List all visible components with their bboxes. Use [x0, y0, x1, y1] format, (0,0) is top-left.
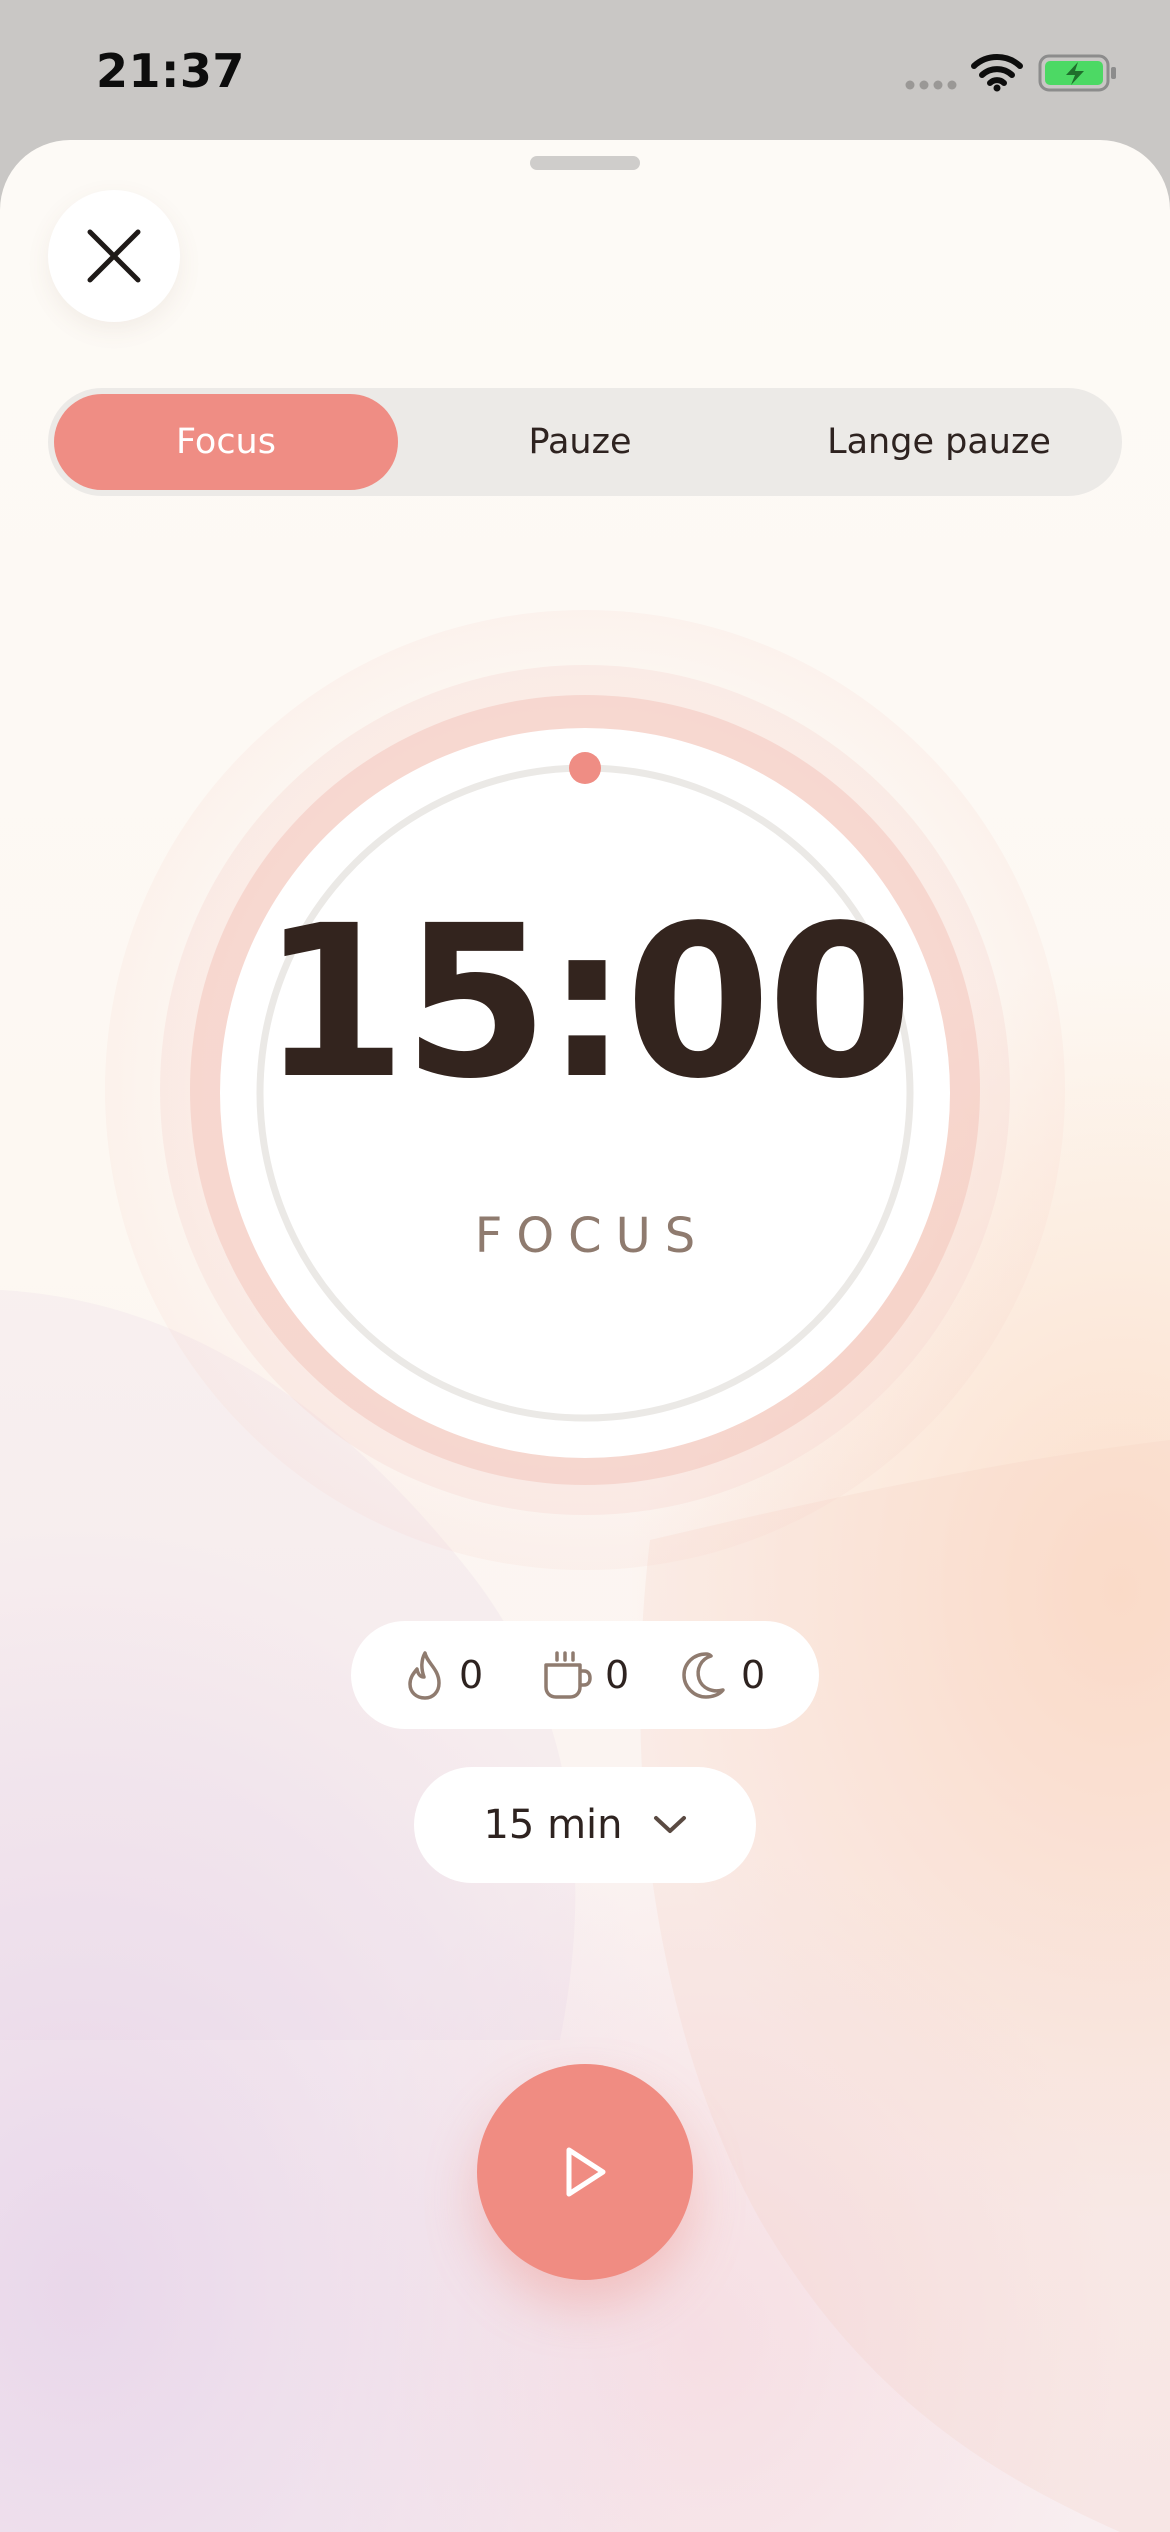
- moon-icon: [682, 1652, 725, 1699]
- coffee-cup-icon: [544, 1651, 592, 1699]
- break-count: 0: [605, 1653, 630, 1697]
- play-button[interactable]: [477, 2064, 693, 2280]
- session-counters: 0 0 0: [351, 1621, 819, 1729]
- play-icon: [566, 2147, 606, 2197]
- chevron-down-icon: [653, 1815, 687, 1835]
- wifi-icon: [971, 54, 1023, 92]
- cellular-signal-icon: [905, 80, 957, 90]
- duration-dropdown[interactable]: 15 min: [414, 1767, 756, 1883]
- timer-time: 15:00: [260, 880, 913, 1125]
- break-counter: 0: [541, 1621, 629, 1729]
- focus-counter: 0: [403, 1621, 483, 1729]
- long-break-counter: 0: [681, 1621, 765, 1729]
- timer-sheet: Focus Pauze Lange pauze 15:00 FOCUS 0 0 …: [0, 140, 1170, 2532]
- status-bar: 21:37: [0, 0, 1170, 140]
- battery-charging-icon: [1038, 54, 1116, 92]
- timer-mode-label: FOCUS: [474, 1208, 710, 1264]
- timer-dial: 15:00 FOCUS: [220, 728, 950, 1458]
- progress-indicator-dot: [569, 752, 601, 784]
- flame-icon: [408, 1651, 441, 1700]
- status-time: 21:37: [96, 44, 245, 98]
- focus-count: 0: [459, 1653, 484, 1697]
- long-break-count: 0: [741, 1653, 766, 1697]
- duration-value: 15 min: [483, 1802, 623, 1848]
